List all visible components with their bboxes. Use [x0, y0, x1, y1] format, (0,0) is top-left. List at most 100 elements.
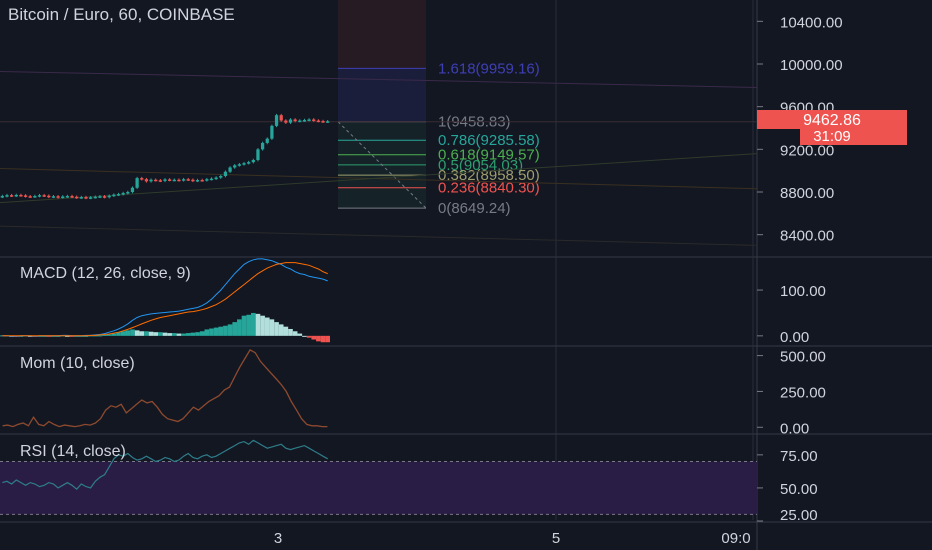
last-price-label: 9462.86	[803, 112, 861, 129]
macd-histogram-bar	[195, 332, 200, 336]
macd-histogram-bar	[306, 335, 312, 338]
time-tick-label: 09:0	[721, 530, 750, 547]
fibonacci-retracement[interactable]: 1.618(9959.16)1(9458.83)0.786(9285.58)0.…	[337, 0, 540, 217]
macd-histogram-bar	[204, 329, 210, 336]
candle-body	[274, 115, 279, 126]
candle-body	[233, 165, 237, 168]
candle-body	[70, 196, 74, 198]
chart-canvas[interactable]: 1.618(9959.16)1(9458.83)0.786(9285.58)0.…	[0, 0, 932, 550]
bar-countdown-label: 31:09	[813, 128, 851, 145]
macd-tick-label: 100.00	[780, 283, 826, 300]
candle-body	[112, 194, 116, 197]
candle-body	[163, 179, 167, 181]
candle-body	[37, 195, 42, 197]
price-tick-label: 10000.00	[780, 57, 843, 74]
candle-body	[116, 194, 121, 196]
macd-histogram-bar	[139, 331, 145, 336]
macd-histogram-bar	[227, 324, 233, 336]
macd-histogram-bar	[153, 332, 159, 336]
macd-histogram-bar	[241, 315, 247, 336]
macd-histogram-bar	[311, 335, 317, 340]
candle-body	[93, 196, 97, 199]
candle-body	[316, 120, 321, 123]
macd-histogram-bar	[283, 326, 289, 336]
candle-body	[149, 179, 153, 182]
mom-pane-title[interactable]: Mom (10, close)	[20, 355, 135, 372]
macd-histogram-bar	[190, 332, 196, 336]
candle-body	[242, 163, 246, 165]
candle-body	[33, 196, 37, 198]
fib-fill	[338, 68, 426, 122]
macd-histogram-bar	[120, 331, 126, 336]
candle-body	[200, 180, 204, 182]
time-tick-label: 5	[552, 530, 560, 547]
candle-body	[9, 195, 14, 197]
macd-histogram-bar	[255, 313, 261, 336]
candle-body	[158, 180, 162, 182]
macd-histogram-bar	[292, 331, 298, 336]
candle-body	[284, 120, 288, 123]
macd-histogram-bar	[316, 335, 321, 342]
candle-body	[312, 119, 316, 121]
price-tick-label: 8800.00	[780, 185, 834, 202]
fib-fill	[338, 0, 426, 69]
candle-body	[47, 195, 51, 198]
candle-body	[28, 196, 32, 198]
macd-histogram-bar	[288, 328, 293, 336]
candle-body	[307, 119, 311, 121]
chart-stage[interactable]: 1.618(9959.16) 1(9458.83) 0.786(9285.58) 0.…	[0, 0, 932, 550]
candle-body	[302, 120, 307, 122]
candle-body	[223, 171, 228, 176]
candle-body	[191, 179, 195, 182]
candle-body	[270, 125, 274, 139]
candle-body	[209, 178, 214, 181]
macd-tick-label: 0.00	[780, 329, 809, 346]
macd-histogram-bar	[148, 331, 154, 336]
macd-histogram-bar	[297, 333, 303, 336]
candle-body	[219, 176, 223, 178]
fib-level-label: 0(8649.24)	[438, 200, 511, 217]
macd-histogram-bar	[250, 312, 256, 336]
mom-tick-label: 250.00	[780, 384, 826, 401]
price-tick-label: 10400.00	[780, 14, 843, 31]
price-tick-label: 8400.00	[780, 228, 834, 245]
candle-body	[75, 196, 79, 199]
macd-histogram-bar	[162, 332, 168, 336]
rsi-tick-label: 50.00	[780, 481, 818, 498]
candle-body	[326, 121, 330, 123]
candle-body	[130, 187, 135, 192]
candle-body	[98, 196, 102, 198]
candle-body	[84, 197, 88, 199]
candle-body	[5, 195, 9, 197]
time-tick-label: 3	[274, 530, 282, 547]
candle-body	[23, 195, 28, 197]
macd-histogram-bar	[171, 333, 177, 336]
candle-body	[172, 179, 176, 182]
candle-body	[144, 179, 149, 182]
macd-histogram-bar	[274, 322, 279, 336]
macd-histogram-bar	[176, 333, 182, 336]
macd-histogram-bar	[260, 315, 265, 336]
candle-body	[298, 120, 302, 123]
candle-body	[260, 142, 265, 150]
candle-body	[19, 194, 23, 197]
candle-body	[154, 179, 158, 182]
symbol-title[interactable]: Bitcoin / Euro, 60, COINBASE	[8, 5, 235, 24]
candle-body	[214, 177, 218, 180]
fib-level-label: 1.618(9959.16)	[438, 60, 540, 77]
macd-pane-title[interactable]: MACD (12, 26, close, 9)	[20, 265, 191, 282]
macd-histogram-bar	[320, 335, 326, 343]
candle-body	[168, 179, 172, 181]
candle-body	[288, 119, 293, 123]
mom-tick-label: 500.00	[780, 349, 826, 366]
candle-body	[89, 197, 93, 199]
macd-histogram-bar	[246, 314, 251, 336]
trend-line[interactable]	[0, 225, 758, 246]
price-axis[interactable]: 8400.008800.009200.009600.0010000.001040…	[757, 14, 843, 524]
candle-body	[0, 196, 4, 198]
macd-histogram-bar	[237, 319, 242, 336]
rsi-pane-title[interactable]: RSI (14, close)	[20, 443, 126, 460]
macd-histogram-bar	[232, 322, 238, 336]
macd-histogram-bar	[213, 327, 219, 336]
macd-histogram-bar	[130, 329, 135, 336]
